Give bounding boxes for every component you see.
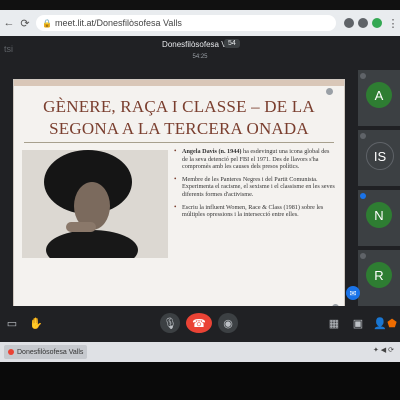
bullet-text: Membre de les Panteres Negres i del Part… (182, 175, 335, 198)
meeting-title: Donesfilòsofesa Valls (162, 40, 238, 49)
mic-off-icon[interactable]: 🎙 (160, 313, 180, 333)
slide-bullets: • Angela Davis (n. 1944) ha esdevingut u… (174, 147, 336, 224)
chat-bubble-icon[interactable]: ✉ (346, 286, 360, 300)
bullet-text: Escriu la influent Women, Race & Class (… (182, 203, 324, 219)
left-label: tsi (4, 44, 13, 54)
chat-icon[interactable]: ▭ (4, 313, 20, 333)
tiles-icon[interactable]: ▣ (350, 313, 366, 333)
status-dot-icon (360, 253, 366, 259)
bookmark-icon[interactable] (358, 18, 368, 28)
participant-tile[interactable]: N (358, 190, 400, 246)
system-tray[interactable]: ✦ ◀ ⟳ (373, 346, 394, 354)
meeting-timer: 54:25 (192, 54, 208, 60)
status-dot-icon (360, 193, 366, 199)
meet-window: tsi Donesfilòsofesa Valls 54 54:25 GÈNER… (0, 36, 400, 342)
menu-icon[interactable]: ⋮ (386, 17, 400, 30)
taskbar-app-meet[interactable]: Donesfilòsofesa Valls (4, 345, 88, 359)
participant-tile[interactable]: A (358, 70, 400, 126)
chrome-icon (8, 349, 14, 355)
settings-icon[interactable]: ⬟ (386, 313, 398, 333)
slide-title: GÈNERE, RAÇA I CLASSE – DE LA SEGONA A L… (43, 97, 315, 138)
participant-tile[interactable]: IS (358, 130, 400, 186)
address-bar[interactable]: 🔒 meet.lit.at/Donesfilòsofesa Valls (36, 15, 336, 31)
slide-divider (24, 142, 334, 143)
hand-icon[interactable]: ✋ (28, 313, 44, 333)
avatar: IS (366, 142, 394, 170)
taskbar: Donesfilòsofesa Valls ✦ ◀ ⟳ (0, 342, 400, 362)
participant-count-badge[interactable]: 54 (224, 39, 240, 48)
portrait-photo (22, 150, 168, 258)
avatar: A (366, 82, 392, 108)
bullet-icon: • (174, 147, 177, 155)
slide-top-bar (14, 80, 344, 86)
bullet-bold: Angela Davis (n. 1944) (182, 148, 242, 155)
grid-icon[interactable]: ▦ (326, 313, 342, 333)
reload-icon[interactable]: ⟳ (18, 17, 32, 30)
avatar: R (366, 262, 392, 288)
monitor-bezel-top (0, 0, 400, 10)
taskbar-app-label: Donesfilòsofesa Valls (17, 348, 84, 356)
lock-icon: 🔒 (42, 18, 52, 28)
list-item: • Membre de les Panteres Negres i del Pa… (174, 174, 336, 199)
hangup-icon[interactable]: ☎ (186, 313, 212, 333)
presented-slide: GÈNERE, RAÇA I CLASSE – DE LA SEGONA A L… (14, 80, 344, 324)
profile-avatar[interactable] (372, 18, 382, 28)
portrait-image (22, 150, 168, 258)
monitor-bezel-bottom (0, 362, 400, 400)
avatar: N (366, 202, 392, 228)
status-dot-icon (360, 73, 366, 79)
extension-icon[interactable] (344, 18, 354, 28)
status-dot-icon (360, 133, 366, 139)
url-text: meet.lit.at/Donesfilòsofesa Valls (54, 18, 182, 28)
meeting-controls: ▭ ✋ 🎙 ☎ ◉ ▦ ▣ 👤 ⬟ (0, 306, 400, 342)
arrow-left-icon[interactable]: ← (2, 17, 16, 29)
list-item: • Escriu la influent Women, Race & Class… (174, 202, 336, 219)
bullet-icon: • (174, 174, 177, 183)
bullet-icon: • (174, 202, 177, 211)
list-item: • Angela Davis (n. 1944) ha esdevingut u… (174, 147, 336, 171)
browser-toolbar: ← ⟳ 🔒 meet.lit.at/Donesfilòsofesa Valls … (0, 10, 400, 36)
camera-icon[interactable]: ◉ (218, 313, 238, 333)
slide-corner-icon (326, 88, 333, 95)
participant-tile[interactable]: R (358, 250, 400, 306)
